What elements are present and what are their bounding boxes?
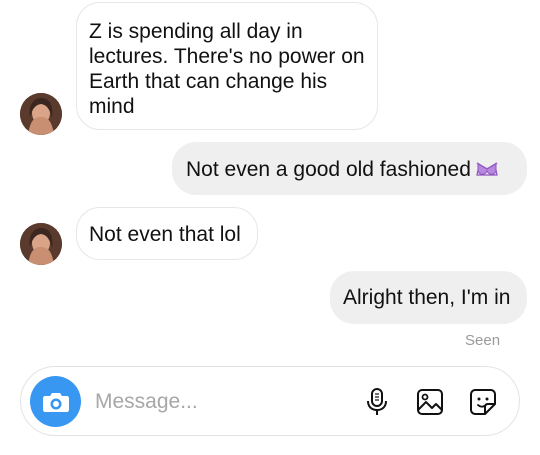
camera-button[interactable] [30,376,81,427]
contact-avatar[interactable] [20,223,62,265]
message-text: Z is spending all day in lectures. There… [89,20,365,118]
avatar-photo [20,223,62,265]
message-text: Alright then, I'm in [343,286,511,309]
incoming-message[interactable]: Not even that lol [76,207,258,260]
image-gallery-icon [417,389,443,415]
message-text: Not even a good old fashioned [186,158,471,181]
message-composer [20,366,520,436]
outgoing-message[interactable]: Not even a good old fashioned [172,142,527,195]
seen-status: Seen [465,332,501,349]
gallery-button[interactable] [415,387,445,417]
message-input[interactable] [95,387,335,417]
message-text: Not even that lol [89,223,241,246]
camera-icon [42,392,69,412]
bra-emoji-icon [475,156,499,186]
avatar-photo [20,93,62,135]
voice-message-button[interactable] [362,387,392,417]
outgoing-message[interactable]: Alright then, I'm in [330,271,527,324]
incoming-message[interactable]: Z is spending all day in lectures. There… [76,2,378,130]
contact-avatar[interactable] [20,93,62,135]
sticker-button[interactable] [468,387,498,417]
microphone-icon [367,388,387,415]
sticker-icon [470,389,496,415]
